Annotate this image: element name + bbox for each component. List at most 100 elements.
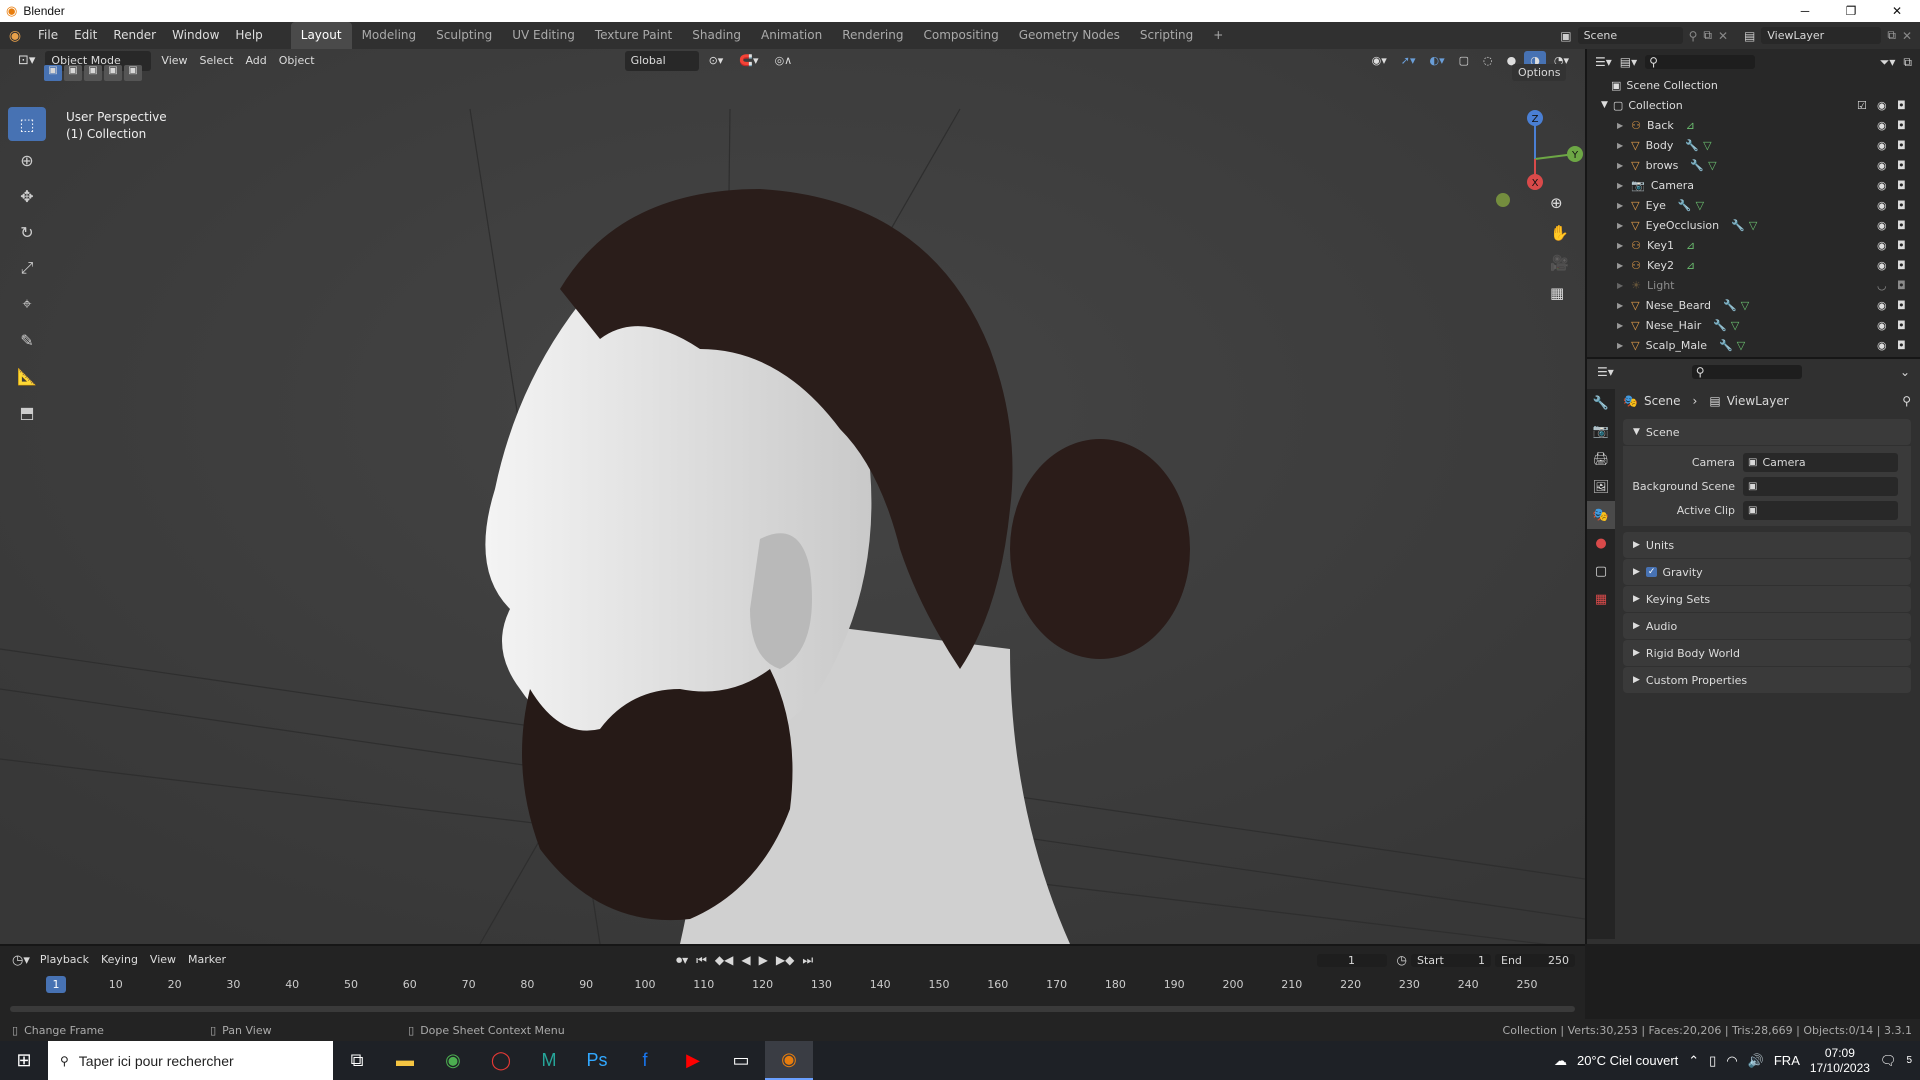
view-layer-tab-icon[interactable]: 🖼 bbox=[1587, 473, 1615, 501]
clock[interactable]: 07:09 17/10/2023 bbox=[1810, 1046, 1870, 1076]
visibility-eye-icon[interactable]: ◉ bbox=[1877, 339, 1887, 352]
expand-arrow-icon[interactable]: ▶ bbox=[1617, 261, 1623, 270]
texture-tab-icon[interactable]: ▦ bbox=[1587, 585, 1615, 613]
visibility-icon[interactable]: ◉▾ bbox=[1366, 51, 1393, 71]
viewport-menu-view[interactable]: View bbox=[155, 51, 193, 71]
render-camera-icon[interactable]: ◘ bbox=[1897, 239, 1906, 252]
taskbar-search[interactable]: ⚲ Taper ici pour rechercher bbox=[48, 1041, 333, 1080]
tab-sculpting[interactable]: Sculpting bbox=[426, 22, 502, 49]
scene-tab-icon[interactable]: 🎭 bbox=[1587, 501, 1615, 529]
expand-arrow-icon[interactable]: ▶ bbox=[1617, 281, 1623, 290]
new-collection-icon[interactable]: ⧉ bbox=[1903, 55, 1912, 70]
subpanel-custom-properties[interactable]: ▶ Custom Properties bbox=[1623, 667, 1911, 693]
expand-arrow-icon[interactable]: ▶ bbox=[1617, 341, 1623, 350]
add-cube-tool-icon[interactable]: ⬒ bbox=[8, 395, 46, 429]
timeline-menu-view[interactable]: View bbox=[144, 950, 182, 970]
outliner-item-back[interactable]: ▶ ⚇ Back ⊿ ◉ ◘ bbox=[1587, 115, 1920, 135]
notification-icon[interactable]: 🗨 bbox=[1880, 1053, 1897, 1069]
chrome-icon[interactable]: ◉ bbox=[429, 1041, 477, 1080]
rotate-tool-icon[interactable]: ↻ bbox=[8, 215, 46, 249]
volume-icon[interactable]: 🔊 bbox=[1748, 1053, 1764, 1069]
render-camera-icon[interactable]: ◘ bbox=[1897, 339, 1906, 352]
editor-type-icon[interactable]: ⊡▾ bbox=[12, 51, 41, 71]
outliner-item-nese_beard[interactable]: ▶ ▽ Nese_Beard 🔧 ▽ ◉ ◘ bbox=[1587, 295, 1920, 315]
maximize-button[interactable]: ❐ bbox=[1828, 4, 1874, 18]
visibility-eye-icon[interactable]: ◉ bbox=[1877, 219, 1887, 232]
transform-tool-icon[interactable]: ⌖ bbox=[8, 287, 46, 321]
remove-viewlayer-icon[interactable]: ✕ bbox=[1902, 29, 1912, 43]
collection-render-icon[interactable]: ◘ bbox=[1897, 99, 1906, 112]
world-tab-icon[interactable]: ● bbox=[1587, 529, 1615, 557]
outliner-item-eye[interactable]: ▶ ▽ Eye 🔧 ▽ ◉ ◘ bbox=[1587, 195, 1920, 215]
tray-chevron-icon[interactable]: ⌃ bbox=[1688, 1053, 1699, 1069]
weather-text[interactable]: 20°C Ciel couvert bbox=[1577, 1053, 1678, 1068]
render-camera-icon[interactable]: ◘ bbox=[1897, 139, 1906, 152]
start-windows-icon[interactable]: ⊞ bbox=[0, 1041, 48, 1080]
render-camera-icon[interactable]: ◘ bbox=[1897, 159, 1906, 172]
viewport-menu-select[interactable]: Select bbox=[194, 51, 240, 71]
file-explorer-icon[interactable]: ▬ bbox=[381, 1041, 429, 1080]
new-scene-icon[interactable]: ⧉ bbox=[1703, 28, 1712, 43]
timeline-editor-icon[interactable]: ◷▾ bbox=[12, 953, 30, 968]
timeline-menu-marker[interactable]: Marker bbox=[182, 950, 232, 970]
menu-edit[interactable]: Edit bbox=[66, 22, 105, 49]
menu-help[interactable]: Help bbox=[227, 22, 270, 49]
collection-tab-icon[interactable]: ▢ bbox=[1587, 557, 1615, 585]
menu-render[interactable]: Render bbox=[105, 22, 164, 49]
scene-panel-header[interactable]: ▼ Scene bbox=[1623, 419, 1911, 445]
remove-scene-icon[interactable]: ✕ bbox=[1718, 29, 1728, 43]
expand-arrow-icon[interactable]: ▶ bbox=[1617, 321, 1623, 330]
outliner-item-key2[interactable]: ▶ ⚇ Key2 ⊿ ◉ ◘ bbox=[1587, 255, 1920, 275]
outliner-item-light[interactable]: ▶ ☀ Light ◡ ◘ bbox=[1587, 275, 1920, 295]
tab-compositing[interactable]: Compositing bbox=[913, 22, 1008, 49]
render-camera-icon[interactable]: ◘ bbox=[1897, 179, 1906, 192]
subpanel-units[interactable]: ▶ Units bbox=[1623, 532, 1911, 558]
outliner-item-scalp_male[interactable]: ▶ ▽ Scalp_Male 🔧 ▽ ◉ ◘ bbox=[1587, 335, 1920, 355]
collection-row[interactable]: ▼ ▢ Collection ☑ ◉ ◘ bbox=[1587, 95, 1920, 115]
output-tab-icon[interactable]: 🖨 bbox=[1587, 445, 1615, 473]
render-camera-icon[interactable]: ◘ bbox=[1897, 279, 1906, 292]
properties-options-icon[interactable]: ⌄ bbox=[1900, 365, 1910, 379]
select-invert-icon[interactable]: ▣ bbox=[104, 65, 122, 81]
outliner-search-icon[interactable]: ⚲ bbox=[1645, 55, 1756, 69]
subpanel-audio[interactable]: ▶ Audio bbox=[1623, 613, 1911, 639]
outliner-item-brows[interactable]: ▶ ▽ brows 🔧 ▽ ◉ ◘ bbox=[1587, 155, 1920, 175]
navigation-gizmo[interactable]: Z Y X bbox=[1480, 104, 1585, 214]
tab-layout[interactable]: Layout bbox=[290, 22, 352, 49]
pan-hand-icon[interactable]: ✋ bbox=[1550, 224, 1569, 254]
photoshop-icon[interactable]: Ps bbox=[573, 1041, 621, 1080]
expand-arrow-icon[interactable]: ▶ bbox=[1617, 181, 1623, 190]
pin-icon[interactable]: ⚲ bbox=[1689, 29, 1698, 43]
gizmo-toggle-icon[interactable]: ➚▾ bbox=[1395, 51, 1422, 71]
new-viewlayer-icon[interactable]: ⧉ bbox=[1887, 28, 1896, 43]
properties-search-icon[interactable]: ⚲ bbox=[1691, 365, 1802, 379]
visibility-eye-icon[interactable]: ◉ bbox=[1877, 199, 1887, 212]
render-camera-icon[interactable]: ◘ bbox=[1897, 259, 1906, 272]
visibility-eye-icon[interactable]: ◉ bbox=[1877, 239, 1887, 252]
play-icon[interactable]: ▶ bbox=[759, 953, 768, 967]
blender-menu-icon[interactable]: ◉ bbox=[0, 28, 30, 44]
zoom-icon[interactable]: ⊕ bbox=[1550, 194, 1569, 224]
display-mode-icon[interactable]: ▤▾ bbox=[1620, 55, 1637, 69]
scene-selector[interactable]: Scene bbox=[1577, 27, 1683, 44]
expand-arrow-icon[interactable]: ▶ bbox=[1617, 161, 1623, 170]
viewport-menu-add[interactable]: Add bbox=[239, 51, 272, 71]
select-extend-icon[interactable]: ▣ bbox=[64, 65, 82, 81]
outliner-item-nese_hair[interactable]: ▶ ▽ Nese_Hair 🔧 ▽ ◉ ◘ bbox=[1587, 315, 1920, 335]
tool-tab-icon[interactable]: 🔧 bbox=[1587, 389, 1615, 417]
tab-geometry-nodes[interactable]: Geometry Nodes bbox=[1009, 22, 1130, 49]
outliner-item-body[interactable]: ▶ ▽ Body 🔧 ▽ ◉ ◘ bbox=[1587, 135, 1920, 155]
proportional-edit-icon[interactable]: ◎∧ bbox=[769, 51, 799, 71]
language-indicator[interactable]: FRA bbox=[1774, 1053, 1800, 1068]
select-intersect-icon[interactable]: ▣ bbox=[124, 65, 142, 81]
facebook-icon[interactable]: f bbox=[621, 1041, 669, 1080]
wifi-icon[interactable]: ◠ bbox=[1726, 1053, 1737, 1069]
viewlayer-selector[interactable]: ViewLayer bbox=[1761, 27, 1882, 44]
visibility-eye-icon[interactable]: ◡ bbox=[1877, 279, 1887, 292]
outliner-item-key1[interactable]: ▶ ⚇ Key1 ⊿ ◉ ◘ bbox=[1587, 235, 1920, 255]
snap-icon[interactable]: 🧲▾ bbox=[733, 51, 764, 71]
subpanel-gravity[interactable]: ▶ ✓ Gravity bbox=[1623, 559, 1911, 585]
render-camera-icon[interactable]: ◘ bbox=[1897, 319, 1906, 332]
playhead[interactable]: 1 bbox=[46, 976, 66, 993]
render-camera-icon[interactable]: ◘ bbox=[1897, 219, 1906, 232]
